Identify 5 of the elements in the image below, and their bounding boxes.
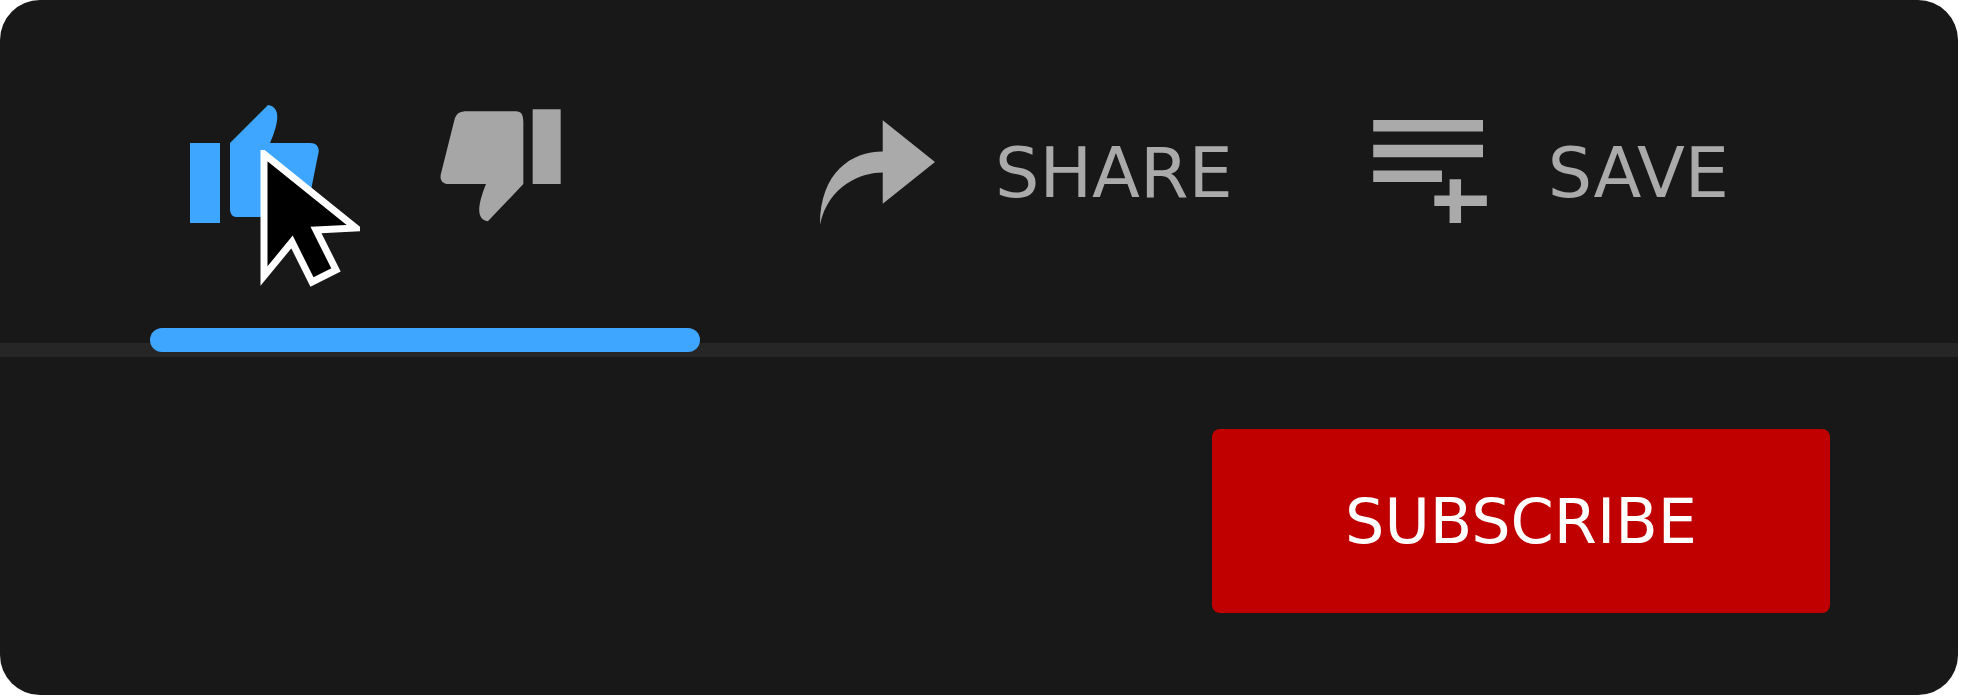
share-button[interactable]: SHARE	[820, 120, 1233, 225]
save-button[interactable]: SAVE	[1372, 120, 1730, 225]
share-arrow-icon	[820, 120, 935, 225]
add-to-playlist-icon	[1372, 120, 1488, 225]
subscribe-button[interactable]: SUBSCRIBE	[1212, 429, 1830, 613]
